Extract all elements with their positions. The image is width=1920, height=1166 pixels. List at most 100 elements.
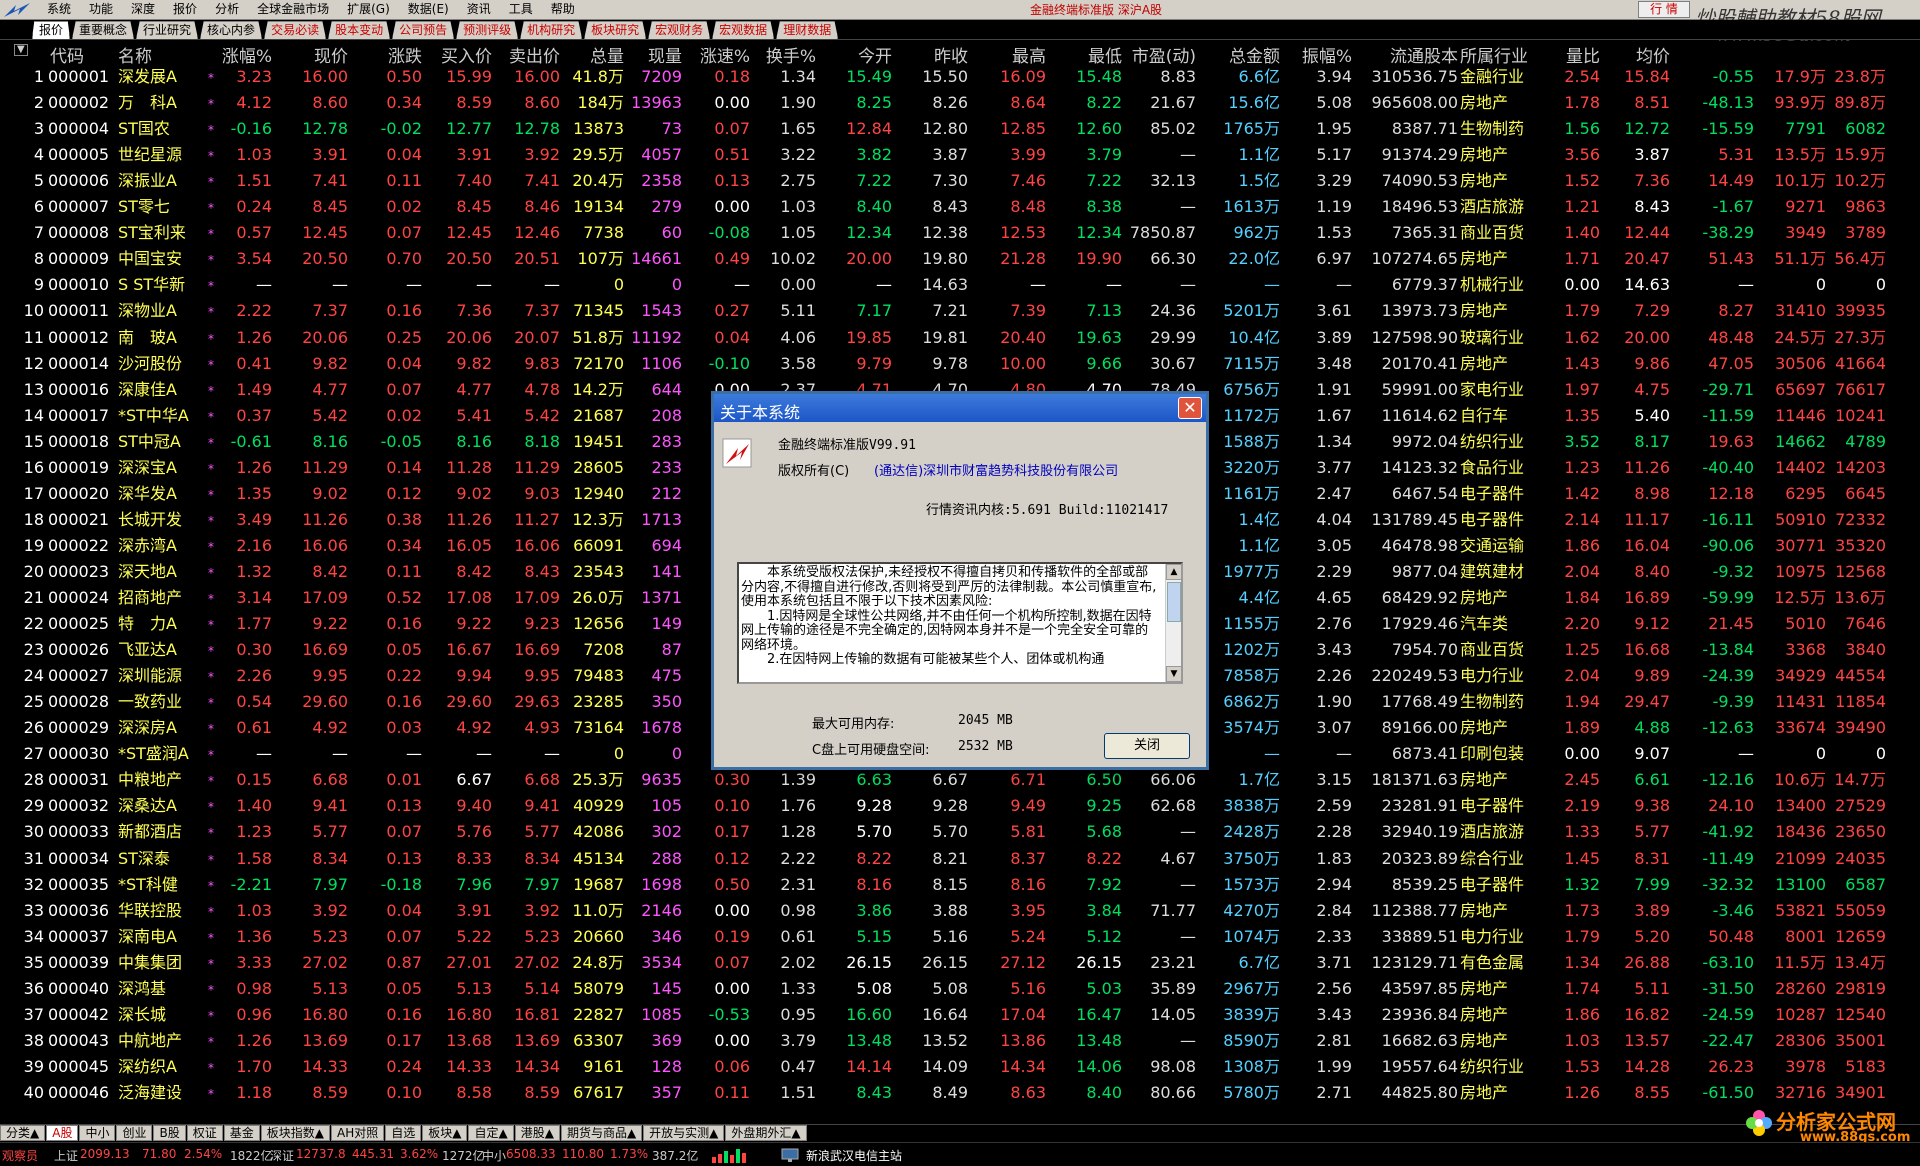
top-tab-0[interactable]: 报价	[32, 21, 71, 39]
table-cell: 8.21	[932, 848, 968, 868]
dialog-titlebar[interactable]: 关于本系统 ✕	[714, 394, 1206, 422]
table-row[interactable]: 1 000001 深发展A * 3.23 16.00 0.50 15.99 16.00 41.8万…	[0, 64, 1920, 90]
table-cell: 16.00	[302, 67, 348, 86]
close-button[interactable]: 关闭	[1104, 733, 1190, 759]
table-row[interactable]: 39 000045 深纺织A * 1.70 14.33 0.24 14.33 14.34 9161…	[0, 1054, 1920, 1080]
top-tab-11[interactable]: 宏观数据	[712, 21, 775, 39]
bottom-tab-1[interactable]: A股	[46, 1125, 79, 1141]
top-tab-8[interactable]: 机构研究	[520, 21, 583, 39]
table-row[interactable]: 32 000035 *ST科健 * -2.21 7.97 -0.18 7.96 7.97 1968…	[0, 872, 1920, 898]
table-cell: 4.65	[1316, 588, 1352, 607]
top-tab-5[interactable]: 股本变动	[328, 21, 391, 39]
bottom-tab-15[interactable]: 外盘期外汇▲	[725, 1125, 807, 1141]
scroll-thumb[interactable]	[1167, 582, 1181, 622]
bottom-tab-2[interactable]: 中小	[79, 1125, 116, 1141]
menu-item-4[interactable]: 分析	[206, 0, 248, 20]
table-row[interactable]: 29 000032 深桑达A * 1.40 9.41 0.13 9.40 9.41 40929 10…	[0, 793, 1920, 819]
table-cell: 7.39	[1010, 301, 1046, 321]
table-row[interactable]: 28 000031 中粮地产 * 0.15 6.68 0.01 6.67 6.68 25.3万 96…	[0, 767, 1920, 793]
table-row[interactable]: 12 000014 沙河股份 * 0.41 9.82 0.04 9.82 9.83 72170 11…	[0, 351, 1920, 377]
license-scrollbar[interactable]: ▲ ▼	[1165, 564, 1181, 682]
menu-item-3[interactable]: 报价	[164, 0, 206, 20]
bottom-tab-11[interactable]: 自定▲	[468, 1125, 514, 1141]
top-tab-4[interactable]: 交易必读	[264, 21, 327, 39]
top-tab-9[interactable]: 板块研究	[584, 21, 647, 39]
table-cell: 79483	[573, 666, 624, 686]
table-row[interactable]: 36 000040 深鸿基 * 0.98 5.13 0.05 5.13 5.14 58079 145…	[0, 976, 1920, 1002]
bottom-tab-12[interactable]: 港股▲	[514, 1125, 560, 1141]
table-row[interactable]: 40 000046 泛海建设 * 1.18 8.59 0.10 8.58 8.59 67617 35…	[0, 1080, 1920, 1106]
table-cell: 电力行业	[1460, 666, 1525, 686]
table-cell: 0.61	[780, 926, 816, 946]
market-button[interactable]: 行 情	[1638, 1, 1690, 18]
menu-item-9[interactable]: 工具	[500, 0, 542, 20]
menu-item-5[interactable]: 全球金融市场	[248, 0, 338, 20]
menu-item-6[interactable]: 扩展(G)	[338, 0, 399, 20]
table-row[interactable]: 10 000011 深物业A * 2.22 7.37 0.16 7.36 7.37 71345 15…	[0, 298, 1920, 324]
bottom-tab-3[interactable]: 创业	[116, 1125, 153, 1141]
top-tab-10[interactable]: 宏观财务	[648, 21, 711, 39]
license-textbox[interactable]: 本系统受版权法保护,未经授权不得擅自拷贝和传播软件的全部或部分内容,不得擅自进行…	[737, 562, 1183, 684]
top-tab-3[interactable]: 核心内参	[200, 21, 263, 39]
table-cell: 8.16	[456, 431, 492, 451]
table-row[interactable]: 30 000033 新都酒店 * 1.23 5.77 0.07 5.76 5.77 42086 30…	[0, 819, 1920, 845]
table-row[interactable]: 7 000008 ST宝利来 * 0.57 12.45 0.07 12.45 12.46 7738…	[0, 220, 1920, 246]
table-cell: 1.25	[1564, 640, 1600, 660]
table-cell: 商业百货	[1460, 223, 1525, 243]
watch-label[interactable]: 观察员	[2, 1147, 38, 1164]
top-tab-12[interactable]: 理财数据	[776, 21, 839, 39]
top-tab-6[interactable]: 公司预告	[392, 21, 455, 39]
table-row[interactable]: 11 000012 南 玻A * 1.26 20.06 0.25 20.06 20.07 51.8…	[0, 325, 1920, 351]
bottom-tab-6[interactable]: 基金	[223, 1125, 260, 1141]
table-row[interactable]: 8 000009 中国宝安 * 3.54 20.50 0.70 20.50 20.51 107万 1…	[0, 246, 1920, 272]
top-tab-7[interactable]: 预测评级	[456, 21, 519, 39]
table-cell: 3.89	[1634, 900, 1670, 920]
menu-item-2[interactable]: 深度	[122, 0, 164, 20]
scroll-down-icon[interactable]: ▼	[1166, 666, 1181, 682]
top-tab-2[interactable]: 行业研究	[136, 21, 199, 39]
server-name[interactable]: 新浪武汉电信主站	[806, 1147, 902, 1164]
menu-item-1[interactable]: 功能	[80, 0, 122, 20]
bottom-tab-9[interactable]: 自选	[385, 1125, 422, 1141]
menu-item-8[interactable]: 资讯	[458, 0, 500, 20]
table-cell: 000011	[48, 301, 110, 321]
bottom-tab-14[interactable]: 开放与实测▲	[643, 1125, 725, 1141]
app-logo-icon[interactable]	[2, 1, 32, 19]
table-row[interactable]: 34 000037 深南电A * 1.36 5.23 0.07 5.22 5.23 20660 34…	[0, 924, 1920, 950]
table-row[interactable]: 35 000039 中集集团 * 3.33 27.02 0.87 27.01 27.02 24.8…	[0, 950, 1920, 976]
menu-item-7[interactable]: 数据(E)	[399, 0, 458, 20]
menu-item-10[interactable]: 帮助	[542, 0, 584, 20]
table-row[interactable]: 37 000042 深长城 * 0.96 16.80 0.16 16.80 16.81 22827…	[0, 1002, 1920, 1028]
table-cell: 11.28	[446, 457, 492, 477]
table-row[interactable]: 3 000004 ST国农 * -0.16 12.78 -0.02 12.77 12.78 138…	[0, 116, 1920, 142]
table-cell: 000042	[48, 1004, 110, 1024]
table-cell: 0.16	[386, 301, 422, 321]
bottom-tab-4[interactable]: B股	[153, 1125, 186, 1141]
bottom-tab-13[interactable]: 期货与商品▲	[560, 1125, 643, 1141]
table-row[interactable]: 5 000006 深振业A * 1.51 7.41 0.11 7.40 7.41 20.4万 235…	[0, 168, 1920, 194]
menu-item-0[interactable]: 系统	[38, 0, 80, 20]
top-tab-1[interactable]: 重要概念	[72, 21, 135, 39]
bottom-tab-0[interactable]: 分类▲	[0, 1125, 46, 1141]
table-cell: 80.66	[1150, 1082, 1196, 1102]
scroll-up-icon[interactable]: ▲	[1166, 564, 1181, 580]
table-cell: 1543	[641, 301, 682, 321]
table-row[interactable]: 2 000002 万 科A * 4.12 8.60 0.34 8.59 8.60 184万 1396…	[0, 90, 1920, 116]
table-row[interactable]: 9 000010 S ST华新 * — — — — —0 0—0.00—14.63— — — — —677…	[0, 272, 1920, 298]
bottom-tab-8[interactable]: AH对照	[330, 1125, 385, 1141]
bottom-tab-5[interactable]: 权证	[186, 1125, 223, 1141]
table-row[interactable]: 6 000007 ST零七 * 0.24 8.45 0.02 8.45 8.46 19134 279…	[0, 194, 1920, 220]
table-row[interactable]: 33 000036 华联控股 * 1.03 3.92 0.04 3.91 3.92 11.0万 21…	[0, 898, 1920, 924]
table-row[interactable]: 38 000043 中航地产 * 1.26 13.69 0.17 13.68 13.69 6330…	[0, 1028, 1920, 1054]
table-row[interactable]: 4 000005 世纪星源 * 1.03 3.91 0.04 3.91 3.92 29.5万 405…	[0, 142, 1920, 168]
dialog-close-icon[interactable]: ✕	[1178, 397, 1202, 419]
table-cell: 43597.85	[1381, 978, 1458, 998]
table-cell: 475	[651, 666, 682, 686]
table-cell: 12.77	[446, 119, 492, 139]
bottom-tab-10[interactable]: 板块▲	[422, 1125, 468, 1141]
bottom-tab-7[interactable]: 板块指数▲	[260, 1125, 330, 1141]
table-cell: 2428万	[1223, 822, 1280, 842]
table-row[interactable]: 31 000034 ST深泰 * 1.58 8.34 0.13 8.33 8.34 45134 28…	[0, 846, 1920, 872]
column-menu-icon[interactable]: ▼	[14, 44, 28, 56]
table-cell: —	[1180, 275, 1196, 295]
